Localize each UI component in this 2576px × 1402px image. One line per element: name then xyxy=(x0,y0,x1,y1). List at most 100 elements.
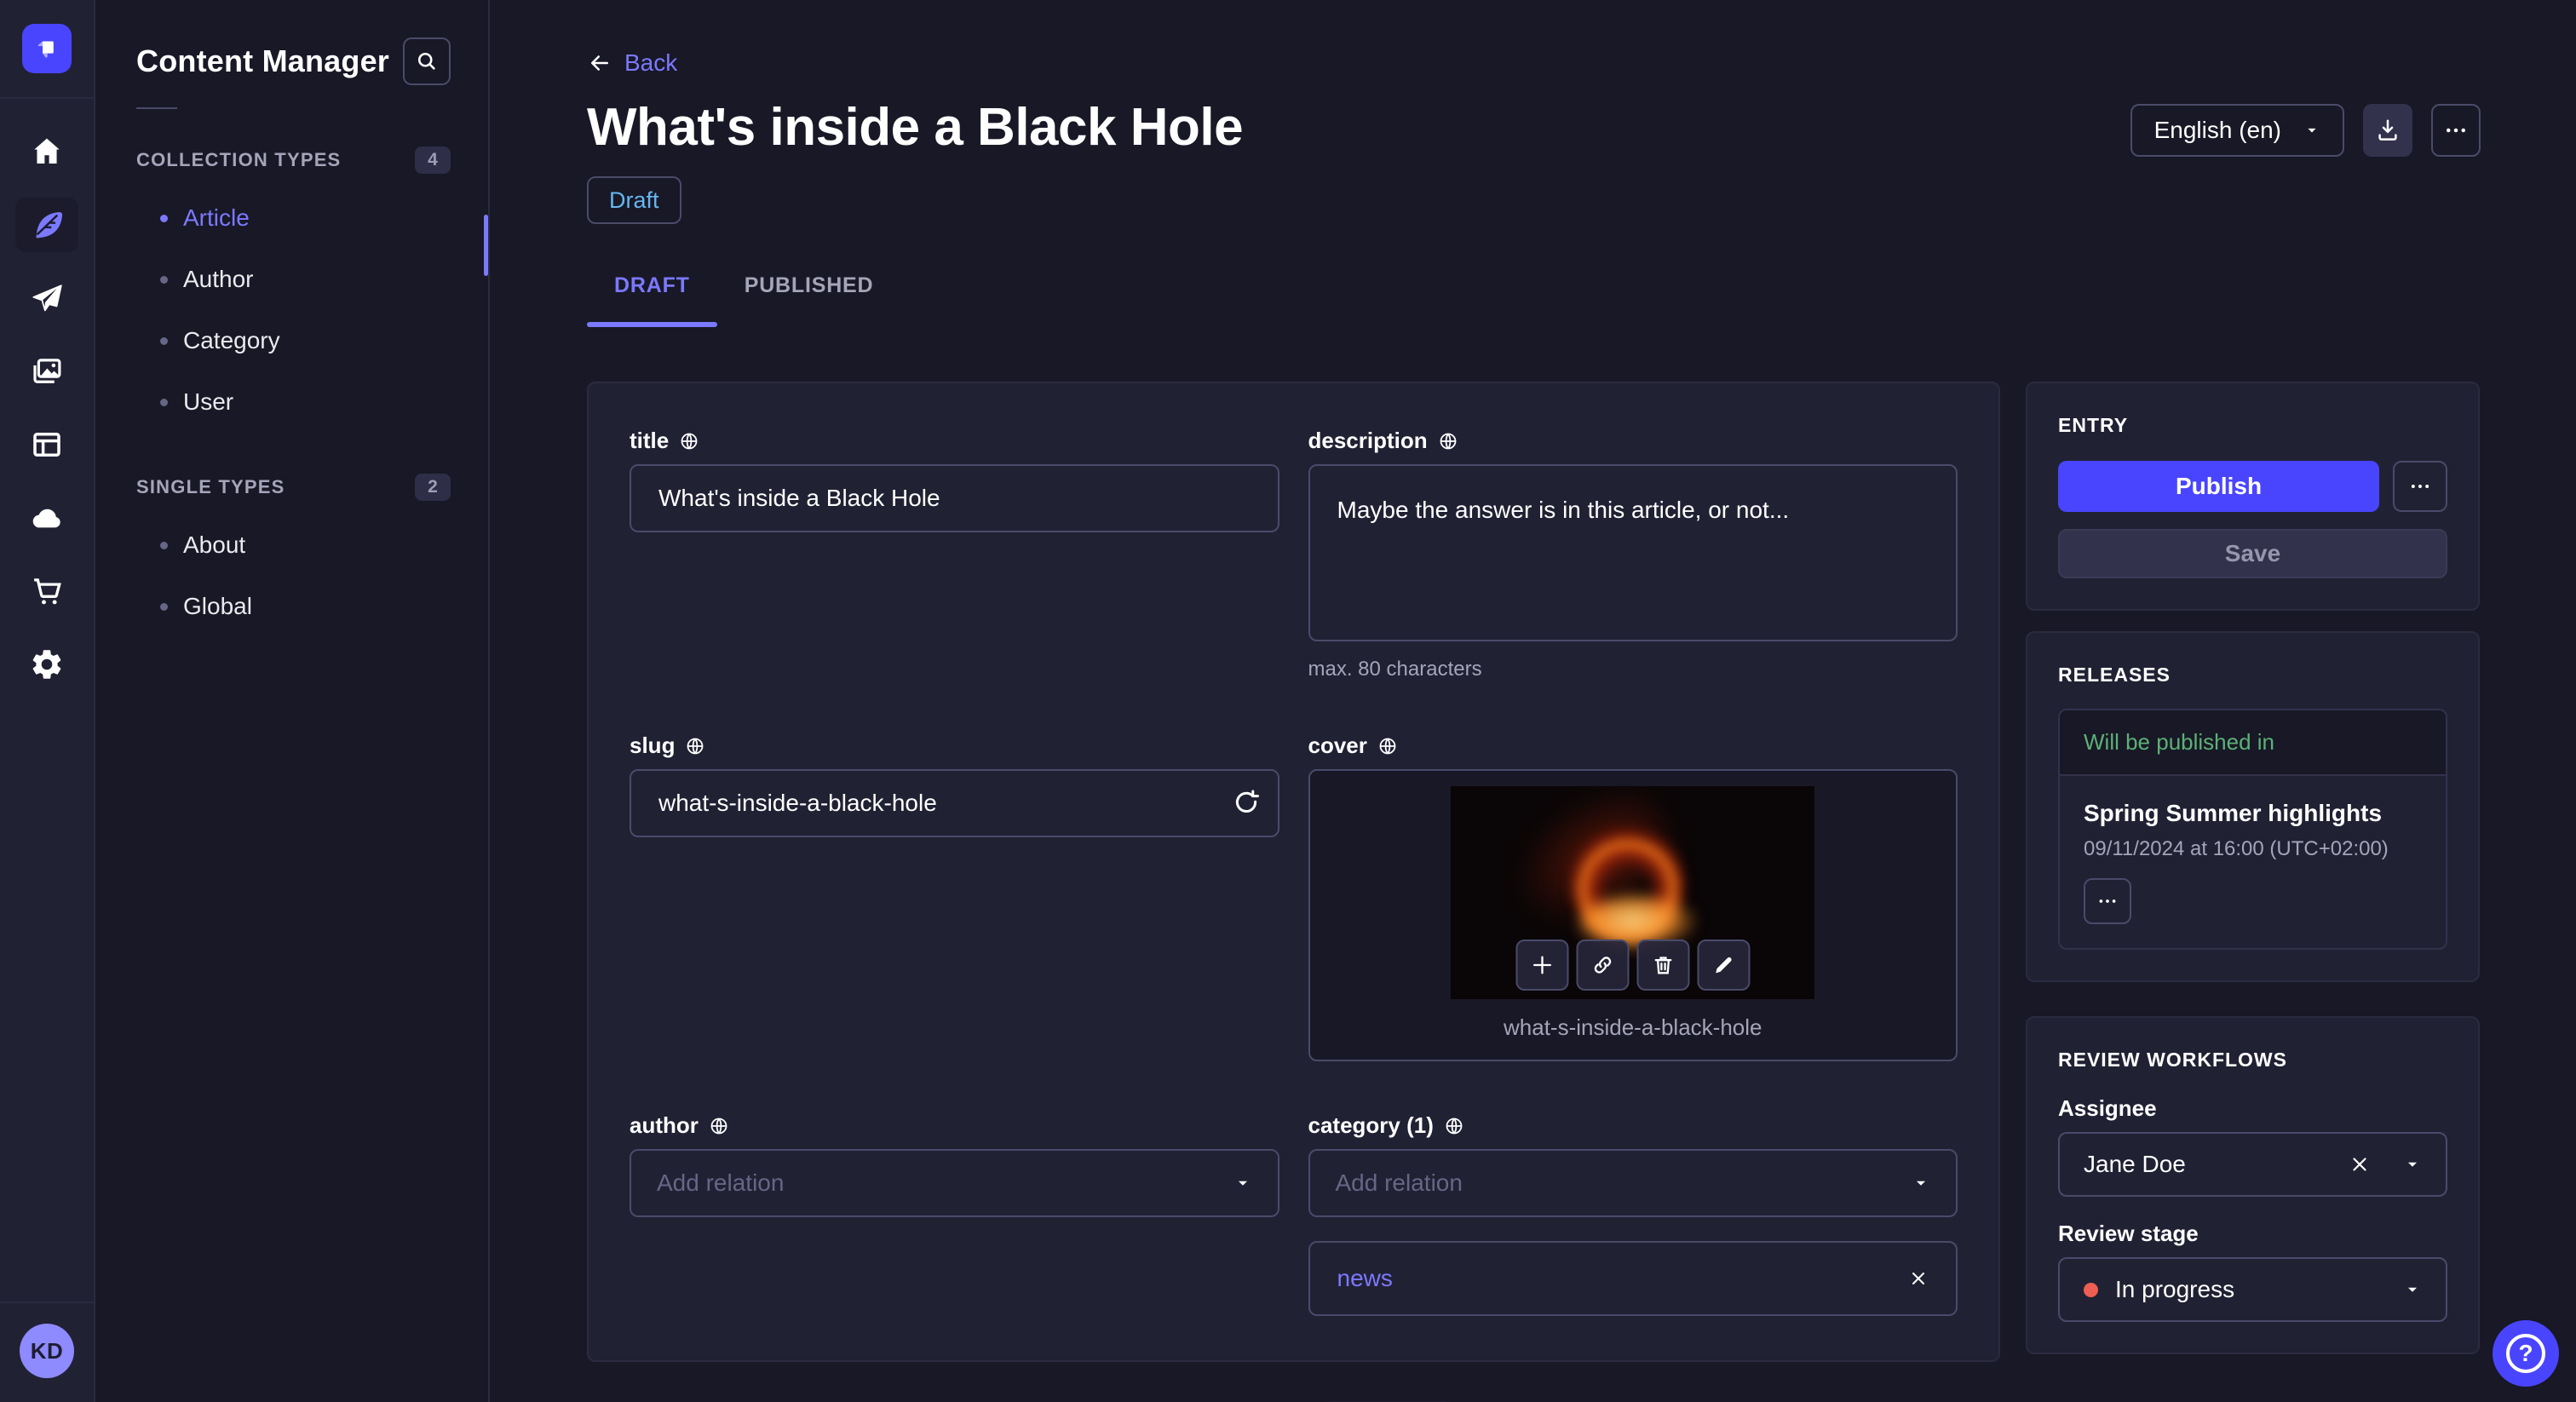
version-tabs: DRAFT PUBLISHED xyxy=(587,273,2481,327)
sidebar-item-user[interactable]: User xyxy=(95,371,488,433)
export-button[interactable] xyxy=(2363,104,2412,157)
nav-home[interactable] xyxy=(15,124,78,179)
search-icon xyxy=(415,49,439,73)
nav-rail: KD xyxy=(0,0,95,1402)
paper-plane-icon xyxy=(29,280,65,316)
bullet-icon xyxy=(160,336,168,345)
add-media-button[interactable] xyxy=(1515,939,1569,991)
title-input[interactable] xyxy=(630,464,1279,532)
active-item-indicator xyxy=(484,215,488,276)
clear-assignee-button[interactable] xyxy=(2349,1153,2371,1175)
main-content: Back What's inside a Black Hole English … xyxy=(490,0,2576,1402)
pencil-icon xyxy=(1711,953,1735,977)
description-textarea[interactable]: Maybe the answer is in this article, or … xyxy=(1308,464,1958,641)
nav-marketplace[interactable] xyxy=(15,564,78,618)
review-stage-label: Review stage xyxy=(2058,1221,2199,1246)
bullet-icon xyxy=(160,541,168,549)
assignee-select[interactable]: Jane Doe xyxy=(2058,1132,2447,1197)
delete-media-button[interactable] xyxy=(1636,939,1690,991)
page-title: What's inside a Black Hole xyxy=(587,98,1244,157)
plus-icon xyxy=(1530,953,1554,977)
nav-content-manager[interactable] xyxy=(15,198,78,252)
author-relation-select[interactable]: Add relation xyxy=(630,1149,1279,1217)
more-dots-icon xyxy=(2408,474,2432,498)
field-cover: cover what-s-inside-a-black-hole xyxy=(1308,733,1958,1061)
close-icon xyxy=(1908,1268,1929,1289)
publish-button[interactable]: Publish xyxy=(2058,461,2379,512)
sidebar-item-article[interactable]: Article xyxy=(95,187,488,249)
relation-link[interactable]: news xyxy=(1337,1265,1393,1292)
gear-icon xyxy=(29,646,65,682)
tab-draft[interactable]: DRAFT xyxy=(587,273,717,327)
subnav-title: Content Manager xyxy=(136,43,390,78)
subnav-divider xyxy=(136,107,177,109)
strapi-logo[interactable] xyxy=(22,24,72,73)
nav-media-library[interactable] xyxy=(15,344,78,399)
release-more-button[interactable] xyxy=(2084,878,2131,924)
field-category: category (1) Add relation news xyxy=(1308,1112,1958,1316)
back-link[interactable]: Back xyxy=(624,49,677,77)
back-arrow-icon xyxy=(587,50,612,76)
releases-heading: RELEASES xyxy=(2058,664,2171,686)
content-manager-subnav: Content Manager COLLECTION TYPES 4 Artic… xyxy=(95,0,490,1402)
help-button[interactable]: ? xyxy=(2493,1320,2559,1387)
globe-icon xyxy=(709,1116,729,1136)
feather-icon xyxy=(29,207,65,243)
user-avatar[interactable]: KD xyxy=(20,1324,74,1378)
section-label: COLLECTION TYPES xyxy=(136,149,342,170)
field-author: author Add relation xyxy=(630,1112,1279,1316)
more-actions-button[interactable] xyxy=(2431,104,2481,157)
save-button[interactable]: Save xyxy=(2058,529,2447,578)
tab-published[interactable]: PUBLISHED xyxy=(717,273,901,327)
locale-select[interactable]: English (en) xyxy=(2130,104,2344,157)
media-library-icon xyxy=(29,353,65,389)
entry-more-button[interactable] xyxy=(2393,461,2447,512)
chevron-down-icon xyxy=(2403,1155,2422,1174)
review-workflows-heading: REVIEW WORKFLOWS xyxy=(2058,1049,2287,1071)
regenerate-slug-button[interactable] xyxy=(1232,788,1261,817)
stage-status-dot xyxy=(2084,1282,2098,1297)
release-name: Spring Summer highlights xyxy=(2084,800,2383,826)
bullet-icon xyxy=(160,214,168,222)
nav-releases[interactable] xyxy=(15,271,78,325)
entry-panel: ENTRY Publish Save xyxy=(2026,382,2480,611)
sidebar-item-about[interactable]: About xyxy=(95,514,488,576)
nav-content-type-builder[interactable] xyxy=(15,417,78,472)
nav-settings[interactable] xyxy=(15,637,78,692)
field-description: description Maybe the answer is in this … xyxy=(1308,428,1958,681)
globe-icon xyxy=(685,736,705,756)
sidebar-item-author[interactable]: Author xyxy=(95,249,488,310)
more-dots-icon xyxy=(2443,118,2469,143)
nav-deploy[interactable] xyxy=(15,491,78,545)
edit-form-card: title description Maybe the answe xyxy=(587,382,2000,1362)
trash-icon xyxy=(1651,953,1675,977)
release-date: 09/11/2024 at 16:00 (UTC+02:00) xyxy=(2084,837,2389,860)
sidebar-item-global[interactable]: Global xyxy=(95,576,488,637)
slug-input[interactable] xyxy=(630,769,1279,837)
search-button[interactable] xyxy=(403,37,451,85)
single-types-section: SINGLE TYPES 2 About Global xyxy=(95,474,488,637)
close-icon xyxy=(2349,1153,2371,1175)
edit-media-button[interactable] xyxy=(1697,939,1751,991)
section-count-badge: 2 xyxy=(415,474,451,501)
sidebar-item-category[interactable]: Category xyxy=(95,310,488,371)
release-status: Will be published in xyxy=(2060,710,2446,776)
question-mark-icon: ? xyxy=(2506,1334,2545,1373)
chevron-down-icon xyxy=(2403,1280,2422,1299)
globe-icon xyxy=(679,431,699,451)
strapi-mark-icon xyxy=(37,41,54,58)
review-workflows-panel: REVIEW WORKFLOWS Assignee Jane Doe Revie… xyxy=(2026,1016,2480,1354)
category-relation-select[interactable]: Add relation xyxy=(1308,1149,1958,1217)
link-icon xyxy=(1590,953,1614,977)
review-stage-select[interactable]: In progress xyxy=(2058,1257,2447,1322)
rail-bottom-divider xyxy=(0,1301,94,1303)
download-icon xyxy=(2375,118,2401,143)
globe-icon xyxy=(1377,736,1398,756)
release-card: Will be published in Spring Summer highl… xyxy=(2058,709,2447,950)
refresh-icon xyxy=(1232,788,1261,817)
copy-link-button[interactable] xyxy=(1576,939,1630,991)
releases-panel: RELEASES Will be published in Spring Sum… xyxy=(2026,631,2480,982)
entry-heading: ENTRY xyxy=(2058,414,2129,436)
side-panels: ENTRY Publish Save RELEASES Will be publ… xyxy=(2026,382,2480,1354)
remove-relation-button[interactable] xyxy=(1908,1268,1929,1289)
